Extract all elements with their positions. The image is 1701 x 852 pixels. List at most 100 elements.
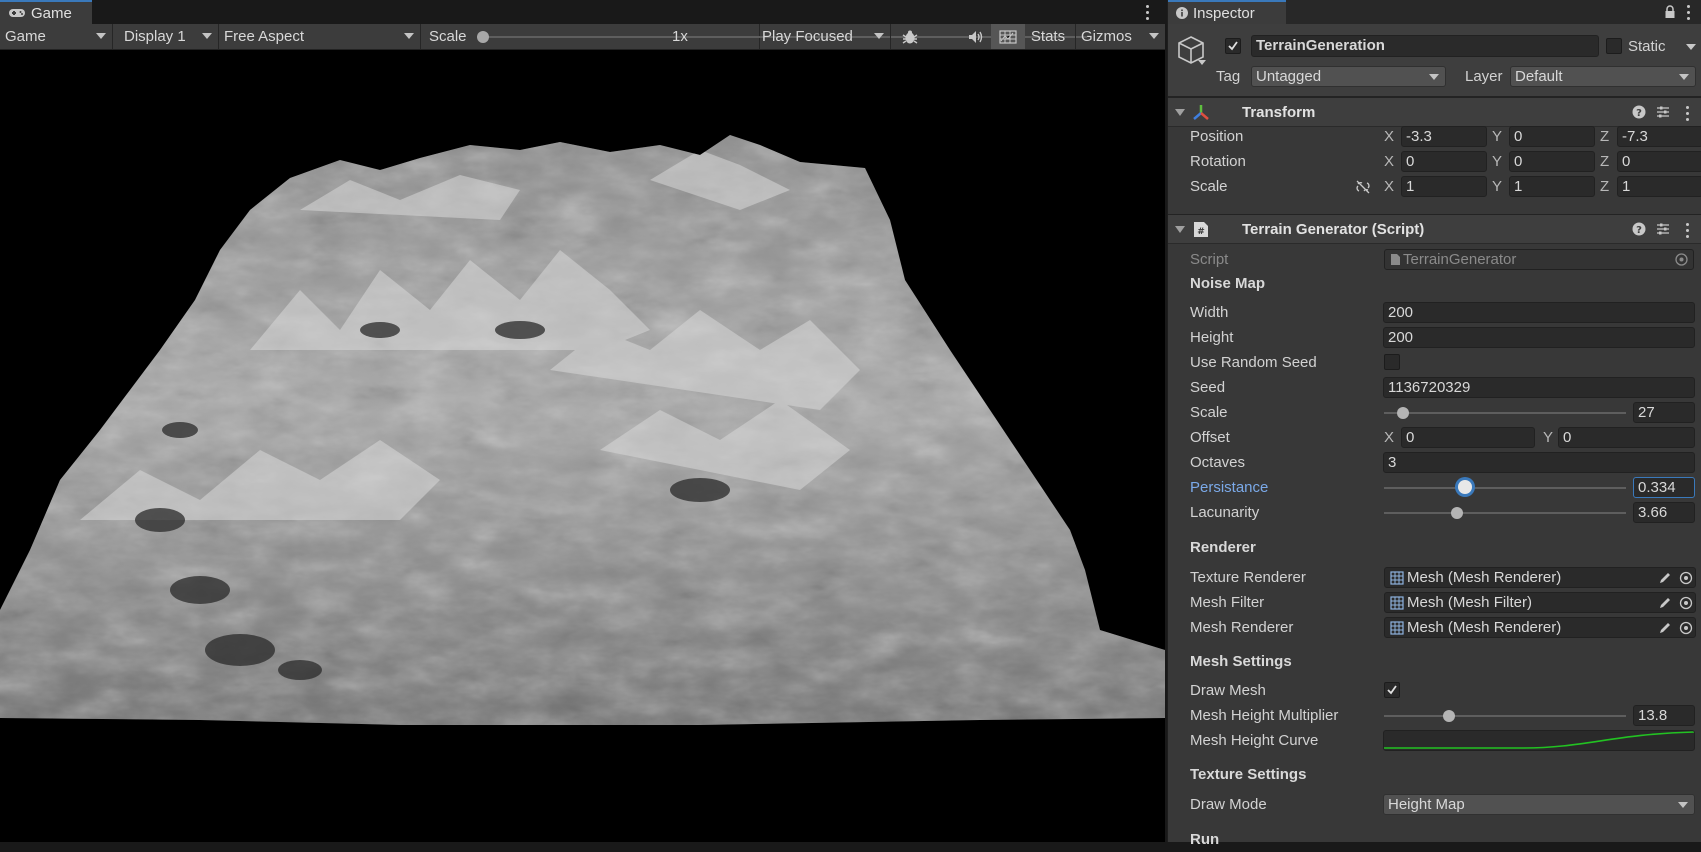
transform-z-input[interactable]: 0	[1617, 151, 1701, 172]
object-picker-icon[interactable]	[1679, 621, 1693, 635]
game-menu-icon[interactable]	[1145, 5, 1149, 20]
chevron-down-icon[interactable]	[1198, 60, 1206, 65]
view-mode-dropdown[interactable]: Game	[0, 24, 113, 49]
transform-x-input[interactable]: 0	[1401, 151, 1487, 172]
inspector-tabbar: Inspector	[1168, 0, 1701, 24]
transform-x-input[interactable]: -3.3	[1401, 126, 1487, 147]
active-toggle[interactable]	[1225, 38, 1241, 54]
draw-mode-value: Height Map	[1388, 796, 1465, 813]
texture-renderer-label: Texture Renderer	[1190, 569, 1306, 586]
scale-slider-knob[interactable]	[1397, 407, 1410, 419]
draw-mode-dropdown[interactable]: Height Map	[1383, 794, 1695, 815]
static-toggle[interactable]	[1606, 38, 1622, 54]
mesh-renderer-field[interactable]: Mesh (Mesh Renderer)	[1384, 617, 1696, 638]
scale-value: 1x	[672, 28, 688, 45]
random-seed-toggle[interactable]	[1384, 354, 1400, 370]
stats-button[interactable]: Stats	[1027, 24, 1069, 49]
bug-icon[interactable]	[895, 24, 925, 49]
tab-game[interactable]: Game	[0, 0, 92, 24]
component-menu-icon[interactable]	[1685, 106, 1689, 121]
transform-z-input[interactable]: 1	[1617, 176, 1701, 197]
object-picker-icon[interactable]	[1679, 596, 1693, 610]
lock-icon[interactable]	[1664, 5, 1676, 19]
transform-axes-icon	[1193, 105, 1209, 120]
persistance-slider-track[interactable]	[1384, 487, 1626, 489]
mesh-filter-field[interactable]: Mesh (Mesh Filter)	[1384, 592, 1696, 613]
play-mode-dropdown[interactable]: Play Focused	[757, 24, 891, 49]
gamepad-icon	[9, 9, 25, 17]
lacunarity-slider-knob[interactable]	[1450, 507, 1463, 519]
height-multiplier-track[interactable]	[1384, 715, 1626, 717]
tag-value: Untagged	[1256, 68, 1322, 85]
seed-label: Seed	[1190, 379, 1226, 396]
octaves-row: Octaves 3	[1168, 450, 1701, 475]
axis-z-label: Z	[1600, 178, 1610, 195]
layer-label: Layer	[1465, 68, 1503, 85]
inspector-menu-icon[interactable]	[1686, 5, 1690, 20]
transform-y-input[interactable]: 0	[1509, 126, 1595, 147]
scale-slider-track[interactable]	[1384, 412, 1626, 414]
gizmos-dropdown[interactable]: Gizmos	[1075, 24, 1165, 49]
axis-z-label: Z	[1600, 128, 1610, 145]
axis-x-label: X	[1384, 178, 1395, 195]
scale-input[interactable]: 27	[1633, 402, 1695, 423]
height-multiplier-knob[interactable]	[1443, 710, 1456, 722]
tab-inspector[interactable]: Inspector	[1168, 0, 1286, 24]
graph-icon[interactable]	[991, 24, 1025, 49]
lacunarity-slider-track[interactable]	[1384, 512, 1626, 514]
transform-row-label: Position	[1190, 128, 1244, 145]
height-curve-row: Mesh Height Curve	[1168, 728, 1701, 753]
scale-knob[interactable]	[477, 31, 489, 43]
transform-y-input[interactable]: 0	[1509, 151, 1595, 172]
audio-icon[interactable]	[962, 24, 990, 49]
octaves-input[interactable]: 3	[1383, 452, 1695, 473]
transform-y-input[interactable]: 1	[1509, 176, 1595, 197]
draw-mesh-toggle[interactable]	[1384, 682, 1400, 698]
foldout-icon[interactable]	[1175, 226, 1185, 233]
chevron-down-icon[interactable]	[1686, 44, 1696, 50]
script-label: Script	[1190, 251, 1229, 268]
scale-slider[interactable]: Scale 1x	[424, 24, 1087, 49]
transform-row-label: Rotation	[1190, 153, 1246, 170]
height-multiplier-input[interactable]: 13.8	[1633, 705, 1695, 726]
object-name-input[interactable]: TerrainGeneration	[1251, 35, 1599, 57]
seed-input[interactable]: 1136720329	[1383, 377, 1695, 398]
help-icon[interactable]: ?	[1632, 105, 1646, 119]
transform-z-input[interactable]: -7.3	[1617, 126, 1701, 147]
help-icon[interactable]: ?	[1632, 222, 1646, 236]
layer-dropdown[interactable]: Default	[1510, 66, 1696, 87]
axis-y-label: Y	[1492, 178, 1503, 195]
script-row: Script TerrainGenerator	[1168, 247, 1701, 272]
transform-header[interactable]: Transform ?	[1168, 97, 1701, 127]
lacunarity-input[interactable]: 3.66	[1633, 502, 1695, 523]
axis-z-label: Z	[1600, 153, 1610, 170]
constrain-proportions-icon[interactable]	[1355, 180, 1371, 194]
width-input[interactable]: 200	[1383, 302, 1695, 323]
height-curve-field[interactable]	[1383, 730, 1695, 751]
game-viewport[interactable]	[0, 50, 1165, 842]
object-picker-icon[interactable]	[1679, 571, 1693, 585]
terrain-generator-header[interactable]: # Terrain Generator (Script) ?	[1168, 214, 1701, 244]
scale-row: Scale 27	[1168, 400, 1701, 425]
transform-x-input[interactable]: 1	[1401, 176, 1487, 197]
height-input[interactable]: 200	[1383, 327, 1695, 348]
component-menu-icon[interactable]	[1685, 223, 1689, 238]
offset-y-input[interactable]: 0	[1558, 427, 1695, 448]
chevron-down-icon	[202, 33, 212, 39]
aspect-dropdown[interactable]: Free Aspect	[219, 24, 421, 49]
persistance-input[interactable]: 0.334	[1633, 477, 1695, 498]
offset-x-input[interactable]: 0	[1401, 427, 1535, 448]
pencil-icon[interactable]	[1658, 571, 1672, 585]
preset-icon[interactable]	[1656, 222, 1670, 236]
pencil-icon[interactable]	[1658, 621, 1672, 635]
renderer-header: Renderer	[1190, 539, 1256, 556]
transform-title: Transform	[1242, 104, 1316, 121]
preset-icon[interactable]	[1656, 105, 1670, 119]
foldout-icon[interactable]	[1175, 109, 1185, 116]
pencil-icon[interactable]	[1658, 596, 1672, 610]
display-dropdown[interactable]: Display 1	[119, 24, 219, 49]
persistance-label: Persistance	[1190, 479, 1269, 496]
persistance-slider-knob[interactable]	[1457, 480, 1472, 494]
tag-dropdown[interactable]: Untagged	[1251, 66, 1446, 87]
texture-renderer-field[interactable]: Mesh (Mesh Renderer)	[1384, 567, 1696, 588]
